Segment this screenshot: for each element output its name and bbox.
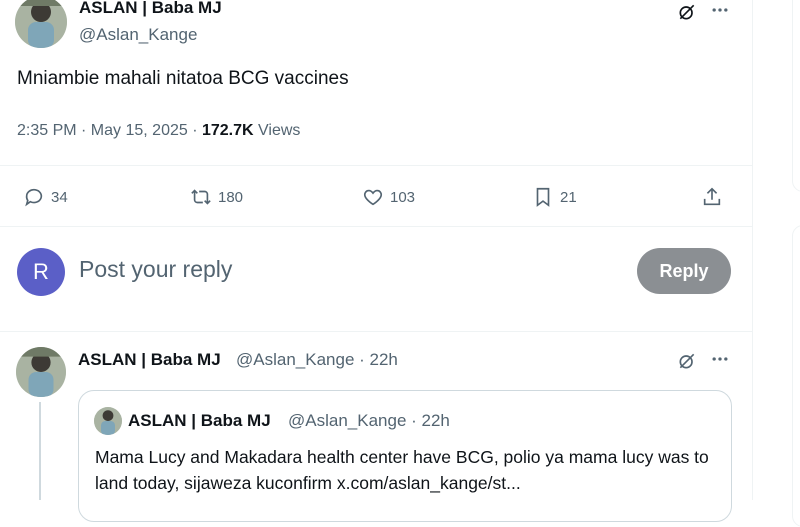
author-name[interactable]: ASLAN | Baba MJ [79, 0, 222, 18]
repost-count: 180 [218, 188, 244, 206]
current-user-avatar: R [17, 248, 65, 296]
quoted-tweet-text: Mama Lucy and Makadara health center hav… [95, 447, 709, 493]
quoted-author-handle: @Aslan_Kange · 22h [288, 411, 450, 430]
reply-action[interactable]: 34 [23, 184, 68, 210]
thread-line [39, 402, 41, 500]
sidebar-card [792, 0, 800, 192]
like-icon [363, 189, 383, 206]
author-avatar[interactable] [15, 0, 67, 48]
timeline-column: ASLAN | Baba MJ @Aslan_Kange Mniambie ma… [0, 0, 753, 522]
reply-author-name[interactable]: ASLAN | Baba MJ [78, 350, 221, 370]
like-count: 103 [390, 188, 416, 206]
grok-icon[interactable] [675, 349, 699, 373]
bookmark-icon [536, 187, 550, 207]
tweet-meta: 2:35 PM · May 15, 2025 · 172.7K Views [17, 122, 300, 140]
reply-author-handle[interactable]: @Aslan_Kange · 22h [236, 350, 398, 370]
share-icon [703, 187, 721, 206]
like-action[interactable]: 103 [362, 184, 415, 210]
author-handle[interactable]: @Aslan_Kange [79, 25, 197, 45]
views-count: 172.7K [201, 122, 254, 139]
bookmark-action[interactable]: 21 [532, 184, 577, 210]
reply-count: 34 [51, 188, 68, 206]
divider [0, 226, 752, 227]
bookmark-count: 21 [560, 188, 577, 206]
repost-icon [191, 189, 211, 205]
more-icon[interactable] [708, 0, 732, 22]
grok-icon[interactable] [675, 0, 699, 24]
divider [0, 165, 752, 166]
sidebar-card [792, 225, 800, 527]
tweet-timestamp[interactable]: 2:35 PM · May 15, 2025 · [17, 122, 202, 139]
tweet-text: Mniambie mahali nitatoa BCG vaccines [17, 68, 349, 89]
divider [0, 331, 752, 332]
quoted-author-avatar [94, 407, 122, 435]
more-icon[interactable] [708, 347, 732, 371]
reply-icon [25, 188, 43, 207]
reply-author-avatar[interactable] [16, 347, 66, 397]
reply-input[interactable]: Post your reply [79, 256, 232, 283]
repost-action[interactable]: 180 [190, 184, 243, 210]
share-action[interactable] [701, 184, 723, 210]
quoted-author-name: ASLAN | Baba MJ [128, 411, 271, 430]
right-sidebar-edge [770, 0, 800, 527]
reply-button[interactable]: Reply [637, 248, 731, 294]
views-label: Views [253, 122, 301, 139]
